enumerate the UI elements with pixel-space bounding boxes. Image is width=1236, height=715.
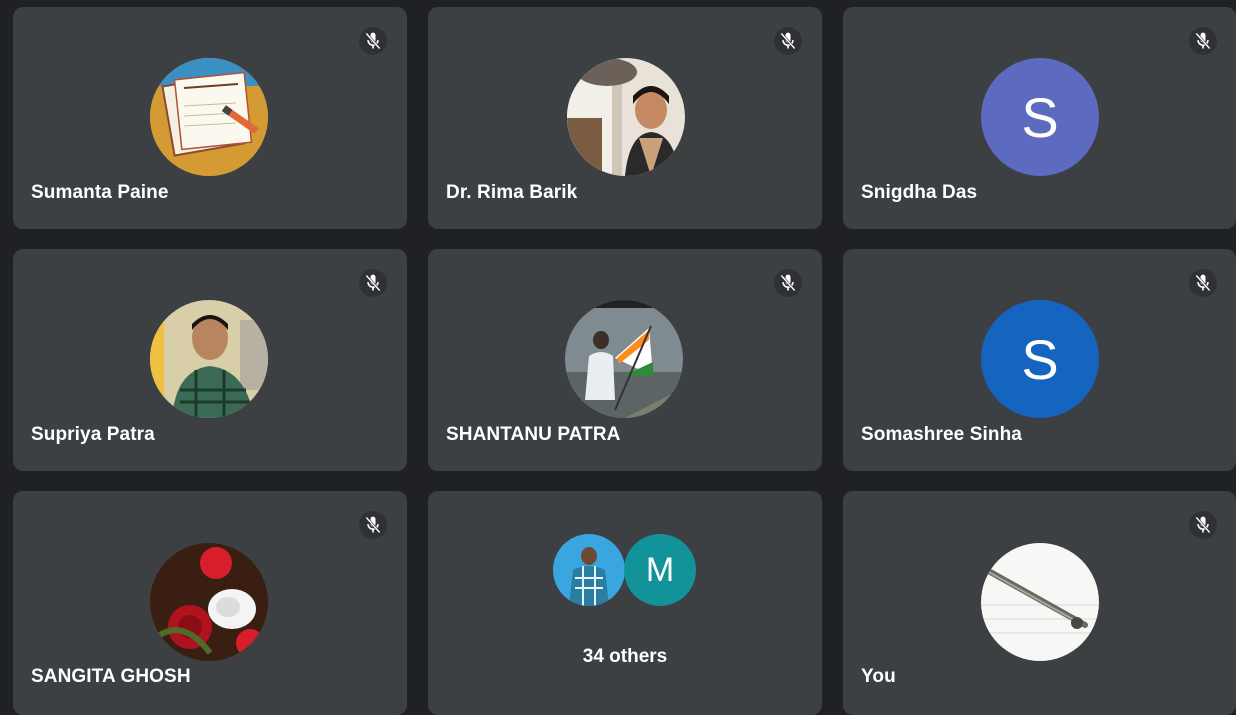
avatar bbox=[565, 300, 683, 418]
mic-off-icon bbox=[359, 269, 387, 297]
mic-off-icon bbox=[774, 27, 802, 55]
participant-name: Dr. Rima Barik bbox=[446, 182, 578, 203]
participant-tile[interactable]: SANGITA GHOSH bbox=[13, 491, 407, 715]
mic-off-icon bbox=[774, 269, 802, 297]
participant-tile[interactable]: S Somashree Sinha bbox=[843, 249, 1236, 471]
self-tile[interactable]: You bbox=[843, 491, 1236, 715]
mic-off-icon bbox=[359, 27, 387, 55]
participant-tile[interactable]: Supriya Patra bbox=[13, 249, 407, 471]
participant-name: You bbox=[861, 666, 896, 687]
participant-name: SHANTANU PATRA bbox=[446, 424, 621, 445]
participant-tile[interactable]: Sumanta Paine bbox=[13, 7, 407, 229]
avatar bbox=[567, 58, 685, 176]
participant-tile[interactable]: SHANTANU PATRA bbox=[428, 249, 822, 471]
participant-name: Somashree Sinha bbox=[861, 424, 1022, 445]
mic-off-icon bbox=[1189, 27, 1217, 55]
letter-avatar: S bbox=[981, 58, 1099, 176]
participant-name: SANGITA GHOSH bbox=[31, 666, 191, 687]
avatar bbox=[553, 534, 625, 606]
avatar bbox=[150, 300, 268, 418]
participant-name: Sumanta Paine bbox=[31, 182, 169, 203]
letter-avatar: M bbox=[624, 534, 696, 606]
mic-off-icon bbox=[1189, 511, 1217, 539]
mic-off-icon bbox=[1189, 269, 1217, 297]
participant-tile[interactable]: S Snigdha Das bbox=[843, 7, 1236, 229]
others-tile[interactable]: M 34 others bbox=[428, 491, 822, 715]
avatar bbox=[150, 543, 268, 661]
mic-off-icon bbox=[359, 511, 387, 539]
avatar bbox=[981, 543, 1099, 661]
avatar bbox=[150, 58, 268, 176]
others-count-label: 34 others bbox=[582, 646, 668, 667]
participant-name: Snigdha Das bbox=[861, 182, 978, 203]
letter-avatar: S bbox=[981, 300, 1099, 418]
participant-tile[interactable]: Dr. Rima Barik bbox=[428, 7, 822, 229]
participant-name: Supriya Patra bbox=[31, 424, 155, 445]
